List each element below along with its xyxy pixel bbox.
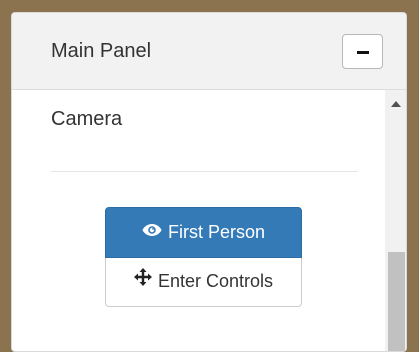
panel-body: Camera First Person Enter Controls <box>12 90 406 351</box>
divider <box>51 171 358 172</box>
scroll-thumb[interactable] <box>388 252 405 351</box>
camera-button-group: First Person Enter Controls <box>105 207 302 307</box>
panel-title: Main Panel <box>51 40 152 62</box>
enter-controls-button[interactable]: Enter Controls <box>105 258 302 307</box>
eye-icon <box>142 207 162 256</box>
first-person-button[interactable]: First Person <box>105 207 302 258</box>
vertical-scrollbar[interactable] <box>385 90 406 351</box>
collapse-button[interactable] <box>342 34 383 69</box>
move-arrows-icon <box>133 257 152 304</box>
minus-icon <box>357 51 369 54</box>
panel-header: Main Panel <box>12 13 406 90</box>
scroll-up-arrow-icon[interactable] <box>391 101 401 107</box>
enter-controls-label: Enter Controls <box>157 271 274 291</box>
section-title: Camera <box>51 108 123 130</box>
first-person-label: First Person <box>167 222 266 242</box>
main-panel: Main Panel Camera First Person Enter Con… <box>11 12 407 352</box>
